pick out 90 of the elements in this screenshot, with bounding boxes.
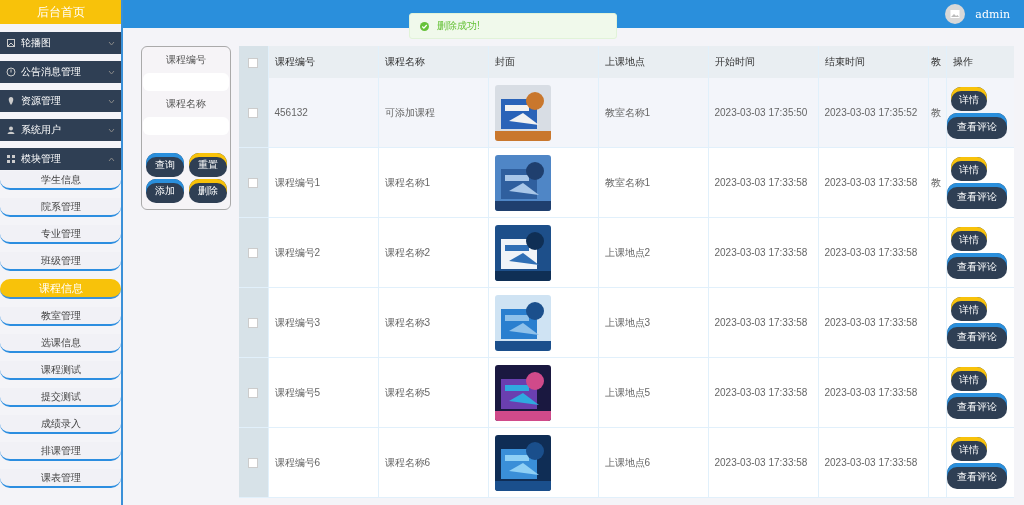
table-cell: 教 [930, 106, 941, 118]
table-cell: 可添加课程 [378, 78, 488, 148]
comments-button[interactable]: 查看评论 [946, 182, 1007, 209]
table-cell: 2023-03-03 17:35:50 [708, 78, 818, 148]
menu-item[interactable]: 排课管理 [0, 442, 121, 461]
table-cell: 上课地点2 [598, 217, 708, 288]
comments-button[interactable]: 查看评论 [946, 252, 1007, 279]
table-cell: 课程编号5 [268, 357, 378, 428]
menu-group[interactable]: 轮播图 [0, 32, 121, 54]
details-button[interactable]: 详情 [950, 366, 987, 391]
table-cell: 课程名称3 [378, 287, 488, 358]
menu-group[interactable]: 系统用户 [0, 119, 121, 141]
table-cell: 课程编号1 [268, 147, 378, 218]
avatar-icon[interactable] [945, 4, 966, 24]
table-cell: 2023-03-03 17:33:58 [818, 147, 928, 218]
field-label: 课程编号 [166, 53, 206, 67]
table-cell: 2023-03-03 17:33:58 [818, 217, 928, 288]
column-header: 操作 [946, 46, 1014, 78]
search-panel-button[interactable]: 添加 [145, 179, 184, 203]
menu-item[interactable]: 教室管理 [0, 307, 121, 326]
table-cell: 上课地点3 [598, 287, 708, 358]
table-cell: 课程名称1 [378, 147, 488, 218]
comments-button[interactable]: 查看评论 [946, 112, 1007, 139]
menu-item[interactable]: 课表管理 [0, 469, 121, 488]
menu-group[interactable]: 公告消息管理 [0, 61, 121, 83]
menu-item[interactable]: 选课信息 [0, 334, 121, 353]
table-cell: 2023-03-03 17:33:58 [708, 427, 818, 498]
details-button[interactable]: 详情 [950, 156, 987, 181]
column-header: 封面 [488, 46, 598, 78]
checkbox[interactable] [248, 318, 259, 329]
group-icon [6, 67, 16, 77]
menu-group[interactable]: 资源管理 [0, 90, 121, 112]
success-icon [420, 21, 429, 31]
checkbox[interactable] [248, 57, 259, 68]
checkbox[interactable] [248, 178, 259, 189]
table-cell: 上课地点6 [598, 427, 708, 498]
field-label: 课程名称 [166, 97, 206, 111]
checkbox[interactable] [248, 108, 259, 119]
search-panel-button[interactable]: 重置 [188, 153, 227, 177]
menu-item[interactable]: 学生信息 [0, 171, 121, 190]
menu-item[interactable]: 课程测试 [0, 361, 121, 380]
table-cell: 2023-03-03 17:33:58 [708, 287, 818, 358]
search-panel-button[interactable]: 删除 [188, 179, 227, 203]
group-icon [6, 154, 16, 164]
comments-button[interactable]: 查看评论 [946, 392, 1007, 419]
table-cell: 456132 [268, 78, 378, 148]
column-header: 课程名称 [378, 46, 488, 78]
table-cell: 上课地点5 [598, 357, 708, 428]
comments-button[interactable]: 查看评论 [946, 322, 1007, 349]
table-cell: 课程名称6 [378, 427, 488, 498]
menu-item[interactable]: 班级管理 [0, 252, 121, 271]
menu-item[interactable]: 专业管理 [0, 225, 121, 244]
table-cell: 2023-03-03 17:33:58 [818, 427, 928, 498]
table-cell: 课程名称5 [378, 357, 488, 428]
comments-button[interactable]: 查看评论 [946, 462, 1007, 489]
table-cell: 2023-03-03 17:33:58 [708, 357, 818, 428]
column-header: 课程编号 [268, 46, 378, 78]
table-cell: 2023-03-03 17:35:52 [818, 78, 928, 148]
table-cell: 2023-03-03 17:33:58 [708, 217, 818, 288]
column-header: 开始时间 [708, 46, 818, 78]
table-cell: 课程编号2 [268, 217, 378, 288]
toast-message: 删除成功! [437, 19, 480, 33]
column-header: 结束时间 [818, 46, 928, 78]
menu-item[interactable]: 提交测试 [0, 388, 121, 407]
input-field[interactable] [143, 73, 229, 91]
search-panel-button[interactable]: 查询 [145, 153, 184, 177]
group-icon [6, 125, 16, 135]
table-cell: 教室名称1 [598, 78, 708, 148]
input-field[interactable] [143, 117, 229, 135]
checkbox[interactable] [248, 388, 259, 399]
menu-item[interactable]: 院系管理 [0, 198, 121, 217]
group-icon [6, 96, 16, 106]
group-icon [6, 38, 16, 48]
details-button[interactable]: 详情 [950, 296, 987, 321]
table-cell: 2023-03-03 17:33:58 [818, 287, 928, 358]
checkbox[interactable] [248, 248, 259, 259]
table-cell: 教 [930, 176, 941, 188]
details-button[interactable]: 详情 [950, 226, 987, 251]
menu-group[interactable]: 模块管理 [0, 148, 121, 170]
table-cell: 课程编号6 [268, 427, 378, 498]
table-cell: 2023-03-03 17:33:58 [708, 147, 818, 218]
table-cell: 课程编号3 [268, 287, 378, 358]
checkbox[interactable] [248, 458, 259, 469]
details-button[interactable]: 详情 [950, 86, 987, 111]
column-header: 上课地点 [598, 46, 708, 78]
table-cell: 课程名称2 [378, 217, 488, 288]
table-cell: 教室名称1 [598, 147, 708, 218]
details-button[interactable]: 详情 [950, 436, 987, 461]
table-cell: 2023-03-03 17:33:58 [818, 357, 928, 428]
menu-item[interactable]: 成绩录入 [0, 415, 121, 434]
